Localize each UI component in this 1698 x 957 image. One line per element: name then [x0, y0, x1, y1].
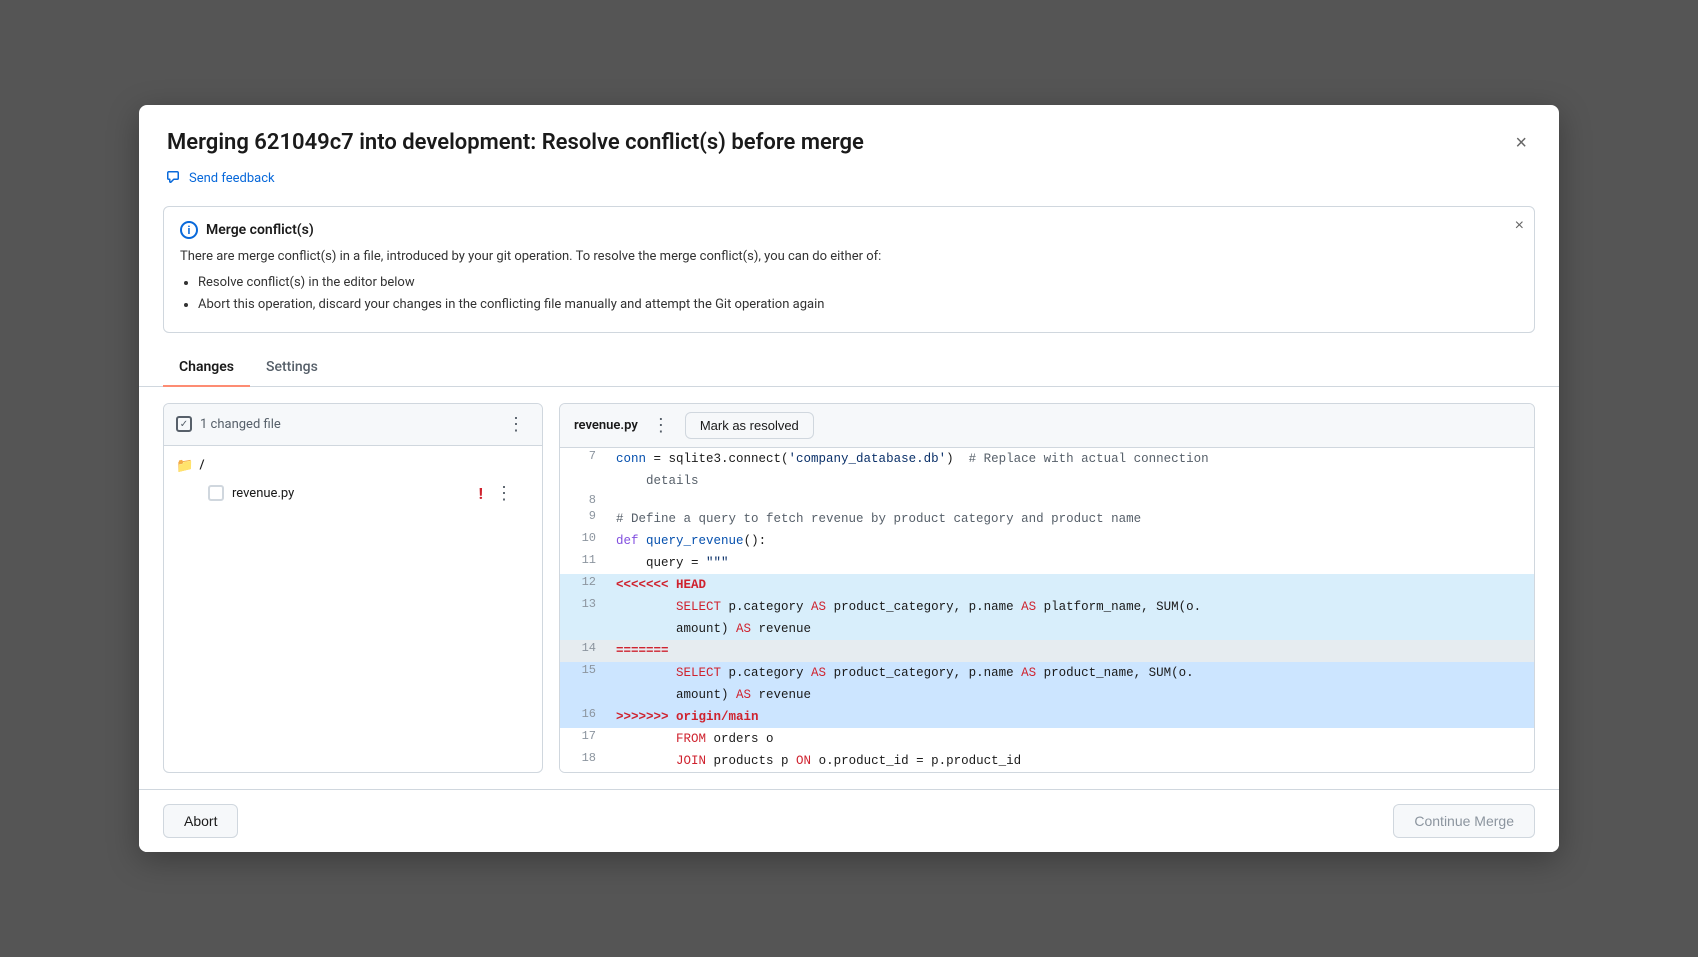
alert-box: i Merge conflict(s) There are merge conf…	[163, 206, 1535, 333]
line-code: amount) AS revenue	[608, 618, 1534, 640]
alert-title: Merge conflict(s)	[206, 222, 314, 238]
file-name-label: revenue.py	[232, 486, 471, 501]
table-row-incoming: 16 >>>>>>> origin/main	[560, 706, 1534, 728]
folder-name: /	[199, 458, 204, 473]
table-row: 11 query = """	[560, 552, 1534, 574]
table-row: 9 # Define a query to fetch revenue by p…	[560, 508, 1534, 530]
alert-close-button[interactable]: ×	[1515, 217, 1524, 235]
line-number: 11	[560, 552, 608, 574]
table-row: 10 def query_revenue():	[560, 530, 1534, 552]
content-area: ✓ 1 changed file ⋮ 📁 / revenue.py ! ⋮	[139, 387, 1559, 789]
merge-conflict-modal: Merging 621049c7 into development: Resol…	[139, 105, 1559, 851]
line-number	[560, 618, 608, 640]
folder-icon: 📁	[176, 458, 193, 474]
table-row: 8	[560, 492, 1534, 508]
line-code: <<<<<<< HEAD	[608, 574, 1534, 596]
send-feedback-label: Send feedback	[189, 171, 275, 186]
file-panel-menu-button[interactable]: ⋮	[503, 414, 530, 435]
check-mark: ✓	[180, 419, 188, 430]
tab-settings[interactable]: Settings	[250, 349, 334, 387]
line-number: 13	[560, 596, 608, 618]
table-row: 7 conn = sqlite3.connect('company_databa…	[560, 448, 1534, 470]
file-panel-header: ✓ 1 changed file ⋮	[164, 404, 542, 446]
table-row: 17 FROM orders o	[560, 728, 1534, 750]
file-row[interactable]: revenue.py ! ⋮	[176, 478, 530, 509]
line-code: SELECT p.category AS product_category, p…	[608, 662, 1534, 684]
line-number: 7	[560, 448, 608, 470]
file-checkbox[interactable]	[208, 485, 224, 501]
alert-header: i Merge conflict(s)	[180, 221, 1518, 239]
changed-count-label: 1 changed file	[200, 417, 281, 432]
files-checkbox[interactable]: ✓	[176, 416, 192, 432]
line-code: amount) AS revenue	[608, 684, 1534, 706]
line-code: # Define a query to fetch revenue by pro…	[608, 508, 1534, 530]
modal-footer: Abort Continue Merge	[139, 789, 1559, 852]
alert-body-line1: There are merge conflict(s) in a file, i…	[180, 249, 881, 264]
folder-section: 📁 / revenue.py ! ⋮	[164, 446, 542, 517]
tab-changes[interactable]: Changes	[163, 349, 250, 387]
table-row-separator: 14 =======	[560, 640, 1534, 662]
line-code: >>>>>>> origin/main	[608, 706, 1534, 728]
line-number: 18	[560, 750, 608, 772]
modal-title: Merging 621049c7 into development: Resol…	[167, 129, 864, 158]
alert-bullet-2: Abort this operation, discard your chang…	[198, 295, 1518, 315]
line-number	[560, 684, 608, 706]
line-code: FROM orders o	[608, 728, 1534, 750]
line-code: conn = sqlite3.connect('company_database…	[608, 448, 1534, 470]
line-number	[560, 470, 608, 492]
line-number: 14	[560, 640, 608, 662]
table-row-incoming: 15 SELECT p.category AS product_category…	[560, 662, 1534, 684]
table-row-conflict-head: 12 <<<<<<< HEAD	[560, 574, 1534, 596]
file-panel: ✓ 1 changed file ⋮ 📁 / revenue.py ! ⋮	[163, 403, 543, 773]
line-number: 15	[560, 662, 608, 684]
line-code: query = """	[608, 552, 1534, 574]
line-code: SELECT p.category AS product_category, p…	[608, 596, 1534, 618]
editor-body[interactable]: 7 conn = sqlite3.connect('company_databa…	[560, 448, 1534, 772]
editor-menu-button[interactable]: ⋮	[648, 415, 675, 436]
abort-button[interactable]: Abort	[163, 804, 238, 838]
alert-body: There are merge conflict(s) in a file, i…	[180, 247, 1518, 315]
line-number: 17	[560, 728, 608, 750]
folder-row: 📁 /	[176, 454, 530, 478]
modal-header: Merging 621049c7 into development: Resol…	[139, 105, 1559, 166]
send-feedback-link[interactable]: Send feedback	[139, 166, 1559, 198]
table-row: 18 JOIN products p ON o.product_id = p.p…	[560, 750, 1534, 772]
tabs-bar: Changes Settings	[139, 349, 1559, 387]
line-number: 16	[560, 706, 608, 728]
alert-bullet-1: Resolve conflict(s) in the editor below	[198, 273, 1518, 293]
editor-filename: revenue.py	[574, 418, 638, 433]
line-code: =======	[608, 640, 1534, 662]
line-code: details	[608, 470, 1534, 492]
table-row: details	[560, 470, 1534, 492]
line-code: def query_revenue():	[608, 530, 1534, 552]
editor-panel: revenue.py ⋮ Mark as resolved 7 conn = s…	[559, 403, 1535, 773]
line-number: 10	[560, 530, 608, 552]
file-count: ✓ 1 changed file	[176, 416, 281, 432]
mark-as-resolved-button[interactable]: Mark as resolved	[685, 412, 814, 439]
feedback-icon	[167, 170, 183, 186]
modal-close-button[interactable]: ×	[1511, 129, 1531, 157]
line-code: JOIN products p ON o.product_id = p.prod…	[608, 750, 1534, 772]
table-row-conflict-head: amount) AS revenue	[560, 618, 1534, 640]
table-row-incoming: amount) AS revenue	[560, 684, 1534, 706]
info-icon: i	[180, 221, 198, 239]
line-number: 9	[560, 508, 608, 530]
continue-merge-button[interactable]: Continue Merge	[1393, 804, 1535, 838]
line-code	[608, 492, 1534, 508]
line-number: 12	[560, 574, 608, 596]
code-table: 7 conn = sqlite3.connect('company_databa…	[560, 448, 1534, 772]
file-menu-button[interactable]: ⋮	[491, 483, 518, 504]
conflict-badge: !	[479, 484, 483, 503]
table-row-conflict-head: 13 SELECT p.category AS product_category…	[560, 596, 1534, 618]
line-number: 8	[560, 492, 608, 508]
editor-header: revenue.py ⋮ Mark as resolved	[560, 404, 1534, 448]
